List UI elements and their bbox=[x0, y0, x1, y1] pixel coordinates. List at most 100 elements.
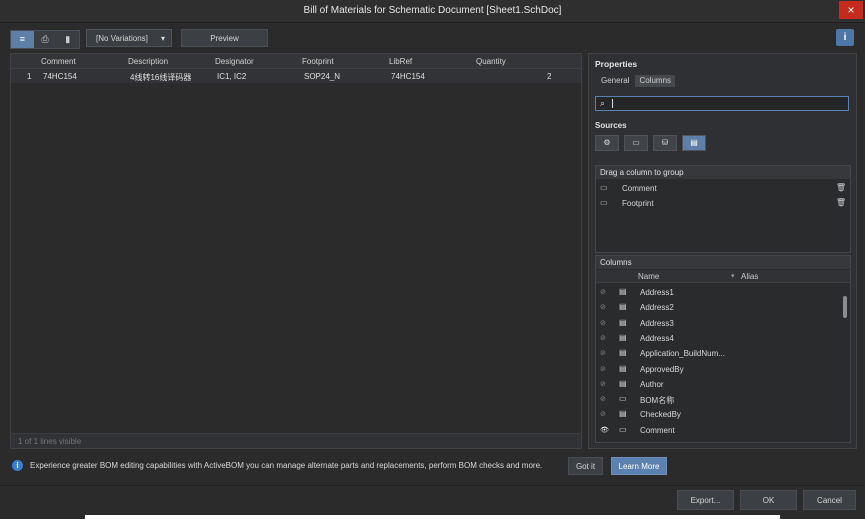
document-parameter-icon: ▤ bbox=[619, 378, 627, 388]
columns-panel-title: Columns bbox=[596, 256, 850, 269]
column-list-item[interactable]: ⊘ ▭ BOM名称 bbox=[596, 392, 840, 407]
eye-off-icon[interactable]: ⊘ bbox=[600, 334, 606, 342]
lines-visible-text: 1 of 1 lines visible bbox=[18, 437, 82, 446]
sources-label: Sources bbox=[595, 121, 627, 130]
document-parameter-icon: ▤ bbox=[619, 317, 627, 327]
part-parameter-icon: ▭ bbox=[619, 394, 627, 404]
bom-grid: Comment Description Designator Footprint… bbox=[10, 53, 582, 449]
eye-off-icon[interactable]: ⊘ bbox=[600, 319, 606, 327]
column-icon: ▭ bbox=[600, 183, 608, 192]
export-button[interactable]: Export... bbox=[677, 490, 734, 510]
grid-header: Comment Description Designator Footprint… bbox=[11, 54, 581, 69]
column-list-item[interactable]: ⊘ ▤ CheckedBy bbox=[596, 407, 840, 422]
column-name: Application_BuildNum... bbox=[640, 349, 725, 359]
footer-divider bbox=[0, 485, 865, 486]
column-header-description[interactable]: Description bbox=[128, 57, 168, 66]
document-parameter-icon: ▤ bbox=[619, 332, 627, 342]
search-icon: ⌕ bbox=[600, 98, 606, 108]
column-header-libref[interactable]: LibRef bbox=[389, 57, 412, 66]
table-row[interactable]: 1 74HC154 4线转16线译码器 IC1, IC2 SOP24_N 74H… bbox=[11, 69, 581, 83]
got-it-button[interactable]: Got it bbox=[568, 457, 603, 475]
source-pcb-icon[interactable]: ▭ bbox=[624, 135, 648, 151]
column-name: Address3 bbox=[640, 318, 674, 328]
column-name: Address2 bbox=[640, 303, 674, 313]
chart-view-icon[interactable]: ▮ bbox=[56, 31, 79, 48]
group-item[interactable]: ▭ Footprint 🗑 bbox=[596, 196, 850, 210]
learn-more-button[interactable]: Learn More bbox=[611, 457, 667, 475]
close-button[interactable]: × bbox=[839, 1, 863, 19]
column-name: Address1 bbox=[640, 288, 674, 297]
part-parameter-icon: ▭ bbox=[619, 424, 627, 434]
scrollbar-thumb[interactable] bbox=[843, 296, 847, 318]
banner-message: Experience greater BOM editing capabilit… bbox=[30, 461, 543, 470]
eye-off-icon[interactable]: ⊘ bbox=[600, 410, 606, 418]
row-index: 1 bbox=[27, 72, 32, 81]
group-item-label: Comment bbox=[622, 184, 657, 193]
cancel-button[interactable]: Cancel bbox=[803, 490, 856, 510]
taskbar-strip bbox=[85, 515, 780, 519]
column-list-item[interactable]: ⊘ ▤ Address3 bbox=[596, 316, 840, 331]
column-name: Author bbox=[640, 379, 664, 389]
flat-view-icon[interactable]: ≡ bbox=[11, 31, 34, 48]
view-mode-group: ≡ ⎙ ▮ bbox=[10, 30, 80, 49]
eye-icon[interactable]: 👁 bbox=[600, 426, 609, 434]
column-name-header[interactable]: Name bbox=[638, 272, 659, 281]
column-alias-header[interactable]: Alias bbox=[741, 272, 758, 281]
properties-tabs: General Columns bbox=[597, 75, 676, 87]
cell-footprint: SOP24_N bbox=[304, 72, 341, 81]
column-list-item[interactable]: ⊘ ▤ ApprovedBy bbox=[596, 362, 840, 377]
column-header-quantity[interactable]: Quantity bbox=[476, 57, 506, 66]
column-header-footprint[interactable]: Footprint bbox=[302, 57, 334, 66]
print-view-icon[interactable]: ⎙ bbox=[34, 31, 57, 48]
source-database-icon[interactable]: ⛁ bbox=[653, 135, 677, 151]
tab-general[interactable]: General bbox=[597, 75, 633, 87]
column-list-item[interactable]: ⊘ ▤ Address4 bbox=[596, 331, 840, 346]
eye-off-icon[interactable]: ⊘ bbox=[600, 380, 606, 388]
document-parameter-icon: ▤ bbox=[619, 287, 627, 296]
column-name: CheckedBy bbox=[640, 410, 681, 420]
columns-panel: Columns Name ▾ Alias ⊘ ▤ Address1 ⊘ ▤ Address… bbox=[595, 255, 851, 443]
cell-quantity: 2 bbox=[547, 72, 552, 81]
columns-header: Name ▾ Alias bbox=[596, 270, 850, 283]
column-icon: ▭ bbox=[600, 198, 608, 207]
trash-icon[interactable]: 🗑 bbox=[836, 183, 846, 192]
column-header-comment[interactable]: Comment bbox=[41, 57, 76, 66]
eye-off-icon[interactable]: ⊘ bbox=[600, 365, 606, 373]
cell-description: 4线转16线译码器 bbox=[130, 73, 192, 82]
eye-off-icon[interactable]: ⊘ bbox=[600, 303, 606, 311]
properties-title: Properties bbox=[595, 59, 638, 69]
source-settings-icon[interactable]: ⚙ bbox=[595, 135, 619, 151]
text-cursor bbox=[612, 99, 613, 108]
preview-button[interactable]: Preview bbox=[181, 29, 268, 47]
cell-libref: 74HC154 bbox=[391, 72, 425, 81]
trash-icon[interactable]: 🗑 bbox=[836, 198, 846, 207]
activebom-banner: i Experience greater BOM editing capabil… bbox=[10, 455, 855, 477]
document-parameter-icon: ▤ bbox=[619, 348, 627, 358]
info-icon: i bbox=[12, 460, 23, 471]
column-name: Address4 bbox=[640, 333, 674, 343]
column-list-item[interactable]: ⊘ ▤ Application_BuildNum... bbox=[596, 346, 840, 361]
eye-off-icon[interactable]: ⊘ bbox=[600, 349, 606, 357]
eye-off-icon[interactable]: ⊘ bbox=[600, 288, 606, 296]
cell-designator: IC1, IC2 bbox=[217, 72, 247, 81]
properties-panel: Properties General Columns ⌕ Sources ⚙ ▭… bbox=[588, 53, 857, 449]
ok-button[interactable]: OK bbox=[740, 490, 797, 510]
column-list-item[interactable]: ⊘ ▤ Address1 bbox=[596, 285, 840, 300]
info-icon[interactable]: i bbox=[836, 29, 854, 46]
eye-off-icon[interactable]: ⊘ bbox=[600, 395, 606, 403]
column-list-item[interactable]: ⊘ ▤ Address2 bbox=[596, 300, 840, 315]
column-header-designator[interactable]: Designator bbox=[215, 57, 254, 66]
search-input[interactable]: ⌕ bbox=[595, 96, 849, 111]
cell-comment: 74HC154 bbox=[43, 72, 77, 81]
tab-columns[interactable]: Columns bbox=[635, 75, 676, 87]
sort-icon: ▾ bbox=[731, 273, 735, 280]
group-panel-title: Drag a column to group bbox=[596, 166, 850, 179]
group-panel: Drag a column to group ▭ Comment 🗑 ▭ Foo… bbox=[595, 165, 851, 253]
group-item[interactable]: ▭ Comment 🗑 bbox=[596, 181, 850, 195]
column-list-item[interactable]: 👁 ▭ Comment bbox=[596, 423, 840, 438]
source-document-icon[interactable]: ▤ bbox=[682, 135, 706, 151]
column-list-item[interactable]: ⊘ ▤ Author bbox=[596, 377, 840, 392]
document-parameter-icon: ▤ bbox=[619, 409, 627, 419]
document-parameter-icon: ▤ bbox=[619, 363, 627, 373]
variation-select[interactable]: [No Variations] ▾ bbox=[86, 29, 172, 47]
